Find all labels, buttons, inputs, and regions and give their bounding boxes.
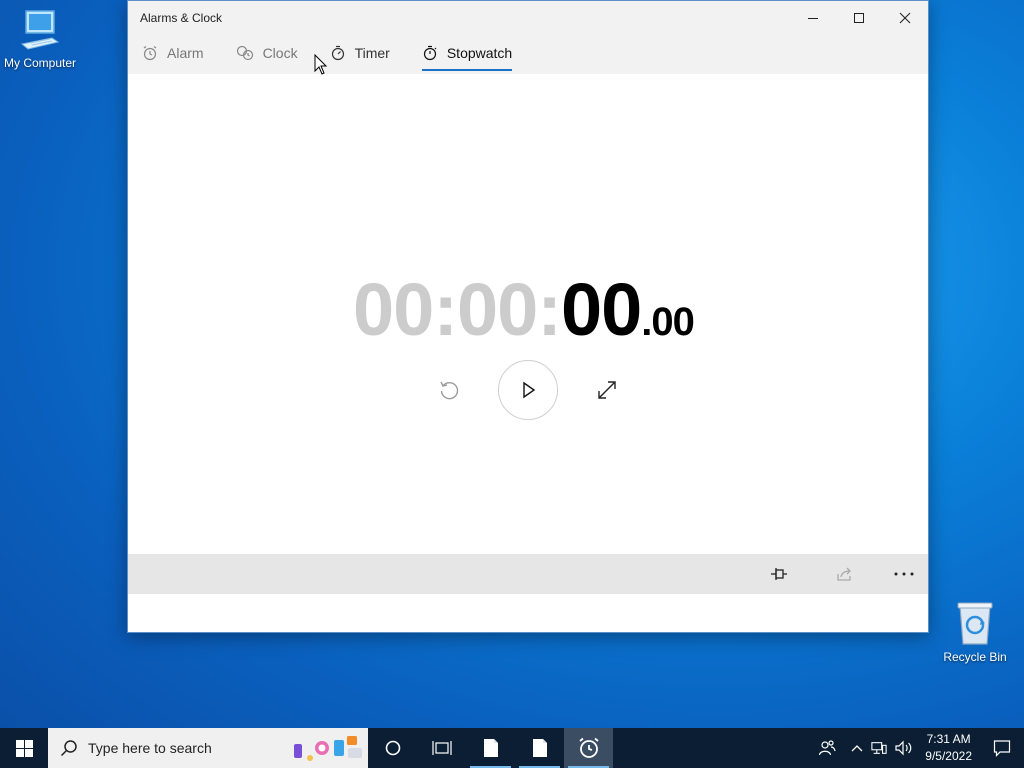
notification-icon: [993, 740, 1011, 757]
taskbar-clock[interactable]: 7:31 AM 9/5/2022: [917, 728, 980, 768]
reset-button[interactable]: [433, 374, 465, 406]
start-button[interactable]: [498, 360, 558, 420]
taskbar-search-box[interactable]: Type here to search: [48, 728, 368, 768]
windows-logo-icon: [15, 739, 33, 757]
stopwatch-panel: 00:00:00.00: [128, 74, 928, 594]
task-view-icon: [431, 741, 452, 755]
network-icon: [871, 742, 887, 754]
minimize-icon: [808, 18, 818, 19]
document-icon: [532, 739, 547, 757]
more-options-button[interactable]: [884, 554, 924, 594]
system-tray: 7:31 AM 9/5/2022: [807, 728, 1024, 768]
tab-timer[interactable]: Timer: [330, 35, 390, 71]
maximize-button[interactable]: [836, 1, 882, 35]
desktop-icon-label: My Computer: [3, 56, 77, 70]
play-icon: [523, 381, 536, 399]
recycle-bin-icon: [957, 602, 993, 645]
tab-bar: Alarm Clock Timer Stopwatch: [128, 35, 928, 74]
tab-label: Timer: [354, 45, 390, 61]
desktop-icon-my-computer[interactable]: My Computer: [0, 8, 80, 70]
taskbar-app-alarms-clock[interactable]: [564, 728, 613, 768]
clock-icon: [236, 45, 253, 61]
desktop-icon-recycle-bin[interactable]: Recycle Bin: [935, 600, 1015, 664]
more-icon: [894, 572, 914, 576]
time-separator: :: [537, 268, 562, 351]
stopwatch-display: 00:00:00.00: [353, 267, 695, 352]
document-icon: [483, 739, 498, 757]
maximize-icon: [854, 13, 864, 23]
tab-stopwatch[interactable]: Stopwatch: [421, 35, 513, 71]
tab-label: Clock: [262, 45, 298, 61]
window-title: Alarms & Clock: [140, 11, 223, 25]
show-hidden-icons-button[interactable]: [847, 728, 867, 768]
mouse-cursor-icon: [314, 54, 328, 75]
expand-button[interactable]: [591, 374, 623, 406]
tab-clock[interactable]: Clock: [236, 35, 298, 71]
time-separator: :: [433, 268, 458, 351]
chevron-up-icon: [851, 745, 863, 752]
taskbar: Type here to search 7:31 AM 9/5/2022: [0, 728, 1024, 768]
command-bar: [128, 554, 928, 594]
stopwatch-minutes: 00: [456, 268, 538, 351]
share-button[interactable]: [825, 554, 865, 594]
stopwatch-icon: [423, 45, 437, 61]
alarms-clock-window: Alarms & Clock Alarm Clock Timer Stopwat…: [127, 0, 929, 633]
people-button[interactable]: [807, 728, 847, 768]
share-icon: [837, 567, 851, 581]
taskbar-app-notepad-1[interactable]: [466, 728, 515, 768]
reset-icon: [440, 381, 459, 400]
pin-button[interactable]: [759, 554, 799, 594]
people-icon: [819, 740, 836, 756]
alarm-clock-icon: [578, 737, 599, 758]
alarm-icon: [143, 46, 157, 61]
clock-time: 7:31 AM: [926, 732, 971, 746]
volume-button[interactable]: [891, 728, 917, 768]
volume-icon: [895, 740, 912, 756]
search-highlight-art-icon: [294, 736, 362, 761]
task-view-button[interactable]: [417, 728, 466, 768]
expand-icon: [598, 381, 616, 399]
close-button[interactable]: [882, 1, 928, 35]
stopwatch-hundredths: .00: [641, 300, 695, 344]
task-view-cortana-button[interactable]: [368, 728, 417, 768]
close-icon: [899, 12, 911, 24]
title-bar[interactable]: Alarms & Clock: [128, 1, 928, 35]
tab-alarm[interactable]: Alarm: [142, 35, 204, 71]
cortana-icon: [385, 740, 400, 756]
pin-icon: [771, 568, 787, 580]
tab-label: Stopwatch: [446, 45, 513, 61]
clock-date: 9/5/2022: [925, 749, 972, 763]
desktop-icon-label: Recycle Bin: [943, 650, 1007, 664]
search-placeholder: Type here to search: [88, 740, 212, 756]
stopwatch-seconds: 00: [560, 268, 642, 351]
taskbar-app-notepad-2[interactable]: [515, 728, 564, 768]
stopwatch-controls: [128, 359, 928, 421]
network-button[interactable]: [867, 728, 891, 768]
timer-icon: [331, 45, 344, 61]
search-icon: [60, 740, 77, 757]
tab-label: Alarm: [167, 45, 204, 61]
computer-icon: [20, 10, 60, 50]
stopwatch-hours: 00: [353, 268, 434, 351]
minimize-button[interactable]: [790, 1, 836, 35]
action-center-button[interactable]: [980, 728, 1024, 768]
start-button[interactable]: [0, 728, 48, 768]
